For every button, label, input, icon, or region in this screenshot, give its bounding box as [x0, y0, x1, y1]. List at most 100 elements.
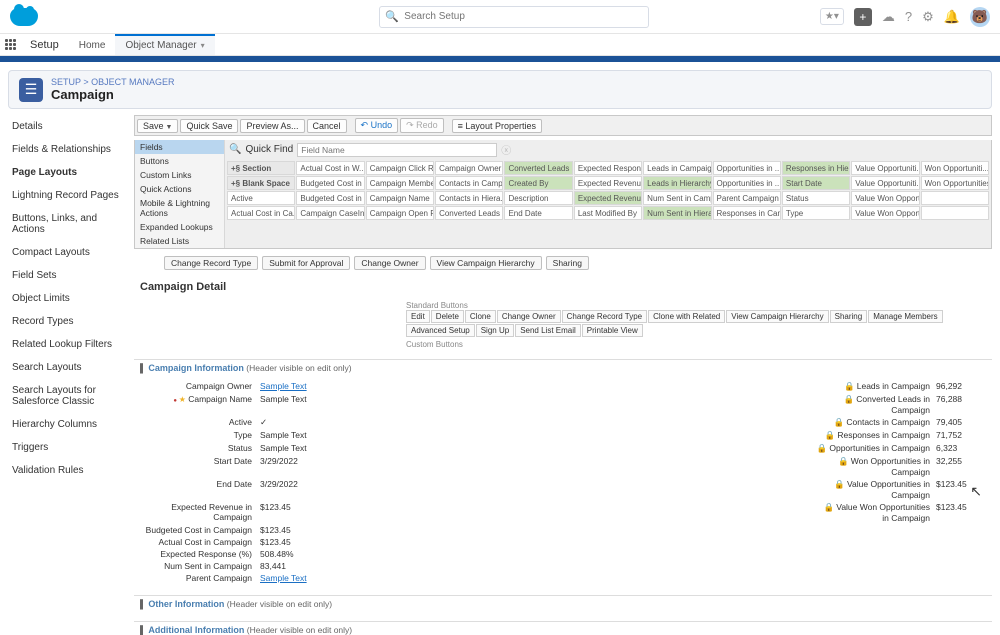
app-launcher-icon[interactable] [0, 34, 20, 55]
palette-category[interactable]: Buttons [135, 154, 224, 168]
palette-field[interactable]: Status [782, 191, 850, 205]
palette-field[interactable]: Type [782, 206, 850, 220]
sidebar-item[interactable]: Record Types [8, 310, 128, 333]
undo-button[interactable]: ↶ Undo [355, 118, 399, 133]
palette-field[interactable]: Actual Cost in Ca... [227, 206, 295, 220]
standard-action-button[interactable]: View Campaign Hierarchy [430, 256, 542, 270]
sidebar-item[interactable]: Buttons, Links, and Actions [8, 207, 128, 241]
standard-action-button[interactable]: Sharing [546, 256, 589, 270]
preview-as-button[interactable]: Preview As... [240, 119, 304, 133]
palette-field[interactable]: Expected Response... [574, 161, 642, 175]
palette-field[interactable]: Converted Leads i... [435, 206, 503, 220]
detail-button[interactable]: Printable View [582, 324, 643, 337]
detail-button[interactable]: View Campaign Hierarchy [726, 310, 828, 323]
detail-button[interactable]: Sharing [830, 310, 868, 323]
sidebar-item[interactable]: Validation Rules [8, 459, 128, 482]
sidebar-item[interactable]: Object Limits [8, 287, 128, 310]
sidebar-item[interactable]: Related Lookup Filters [8, 333, 128, 356]
help-icon[interactable]: ? [905, 9, 912, 24]
palette-field[interactable]: Contacts in Hiera... [435, 191, 503, 205]
palette-field[interactable]: Leads in Campaign [643, 161, 711, 175]
notification-bell-icon[interactable]: 🔔 [944, 9, 960, 25]
cancel-button[interactable]: Cancel [307, 119, 347, 133]
palette-field[interactable]: Responses in Hier... [782, 161, 850, 175]
sidebar-item[interactable]: Field Sets [8, 264, 128, 287]
palette-field[interactable]: Opportunities in ... [713, 161, 781, 175]
setup-gear-icon[interactable]: ⚙ [922, 9, 934, 25]
palette-category[interactable]: Quick Actions [135, 182, 224, 196]
palette-field[interactable]: Budgeted Cost in ... [296, 176, 364, 190]
favorite-dropdown[interactable]: ★▾ [820, 8, 844, 25]
palette-field[interactable]: Num Sent in Hiera... [643, 206, 711, 220]
palette-field[interactable]: Expected Revenue ... [574, 191, 642, 205]
standard-action-button[interactable]: Change Owner [354, 256, 425, 270]
breadcrumb-setup[interactable]: SETUP [51, 77, 81, 87]
palette-field[interactable]: Campaign CaseInsId [296, 206, 364, 220]
sidebar-item[interactable]: Fields & Relationships [8, 138, 128, 161]
sidebar-item[interactable]: Lightning Record Pages [8, 184, 128, 207]
palette-field[interactable]: End Date [504, 206, 572, 220]
palette-field[interactable]: Expected Revenue [574, 176, 642, 190]
palette-category[interactable]: Expanded Lookups [135, 220, 224, 234]
palette-field[interactable]: Value Opportuniti... [851, 176, 919, 190]
detail-button[interactable]: Clone [465, 310, 496, 323]
palette-field[interactable]: Parent Campaign [713, 191, 781, 205]
palette-field[interactable]: Converted Leads i... [504, 161, 572, 175]
add-icon[interactable]: + [854, 8, 872, 26]
avatar[interactable]: 🐻 [970, 7, 990, 27]
palette-field[interactable]: Last Modified By [574, 206, 642, 220]
palette-field[interactable]: Value Won Opportu... [851, 191, 919, 205]
quick-save-button[interactable]: Quick Save [180, 119, 238, 133]
palette-field[interactable]: Value Opportuniti... [851, 161, 919, 175]
sidebar-item[interactable]: Search Layouts [8, 356, 128, 379]
redo-button[interactable]: ↷ Redo [400, 118, 444, 133]
nav-tab-home[interactable]: Home [69, 34, 116, 55]
palette-field[interactable]: Start Date [782, 176, 850, 190]
palette-field[interactable]: Won Opportunities... [921, 176, 989, 190]
detail-button[interactable]: Change Record Type [562, 310, 647, 323]
palette-field[interactable]: Opportunities in ... [713, 176, 781, 190]
palette-category[interactable]: Fields [135, 140, 224, 154]
sidebar-item[interactable]: Search Layouts for Salesforce Classic [8, 379, 128, 413]
palette-field[interactable]: Campaign Click Rate [366, 161, 434, 175]
palette-field[interactable]: Active [227, 191, 295, 205]
detail-button[interactable]: Advanced Setup [406, 324, 475, 337]
save-button[interactable]: Save▼ [137, 119, 178, 133]
palette-field[interactable]: Responses in Cam... [713, 206, 781, 220]
palette-field[interactable]: +§ Blank Space [227, 176, 295, 190]
detail-button[interactable]: Send List Email [515, 324, 581, 337]
sidebar-item[interactable]: Page Layouts [8, 161, 128, 184]
standard-action-button[interactable]: Submit for Approval [262, 256, 350, 270]
palette-field[interactable]: Description [504, 191, 572, 205]
palette-field[interactable]: Campaign Name [366, 191, 434, 205]
detail-button[interactable]: Manage Members [868, 310, 942, 323]
sidebar-item[interactable]: Details [8, 115, 128, 138]
palette-field[interactable]: Won Opportuniti... [921, 161, 989, 175]
palette-field[interactable]: Campaign Member Type [366, 176, 434, 190]
detail-button[interactable]: Delete [431, 310, 464, 323]
layout-properties-button[interactable]: ≡ Layout Properties [452, 119, 542, 133]
palette-field[interactable]: Contacts in Campa... [435, 176, 503, 190]
palette-field[interactable]: Campaign Owner [435, 161, 503, 175]
palette-field[interactable]: Budgeted Cost in ... [296, 191, 364, 205]
palette-field[interactable]: Leads in Hierarchy [643, 176, 711, 190]
detail-button[interactable]: Edit [406, 310, 430, 323]
palette-category[interactable]: Related Lists [135, 234, 224, 248]
palette-field[interactable]: +§ Section [227, 161, 295, 175]
palette-field[interactable]: Actual Cost in W... [296, 161, 364, 175]
nav-tab-object-manager[interactable]: Object Manager▾ [115, 34, 214, 55]
sidebar-item[interactable]: Compact Layouts [8, 241, 128, 264]
detail-button[interactable]: Sign Up [476, 324, 514, 337]
palette-field[interactable]: Value Won Opportu... [851, 206, 919, 220]
salesforce-help-icon[interactable]: ☁ [882, 9, 895, 25]
palette-field[interactable]: Campaign Open Rate [366, 206, 434, 220]
standard-action-button[interactable]: Change Record Type [164, 256, 258, 270]
palette-category[interactable]: Mobile & Lightning Actions [135, 196, 224, 220]
breadcrumb-object-manager[interactable]: OBJECT MANAGER [91, 77, 174, 87]
detail-button[interactable]: Clone with Related [648, 310, 725, 323]
sidebar-item[interactable]: Triggers [8, 436, 128, 459]
palette-category[interactable]: Custom Links [135, 168, 224, 182]
quick-find-input[interactable] [297, 143, 497, 157]
clear-icon[interactable]: ⓧ [501, 142, 511, 157]
palette-field[interactable]: Created By [504, 176, 572, 190]
